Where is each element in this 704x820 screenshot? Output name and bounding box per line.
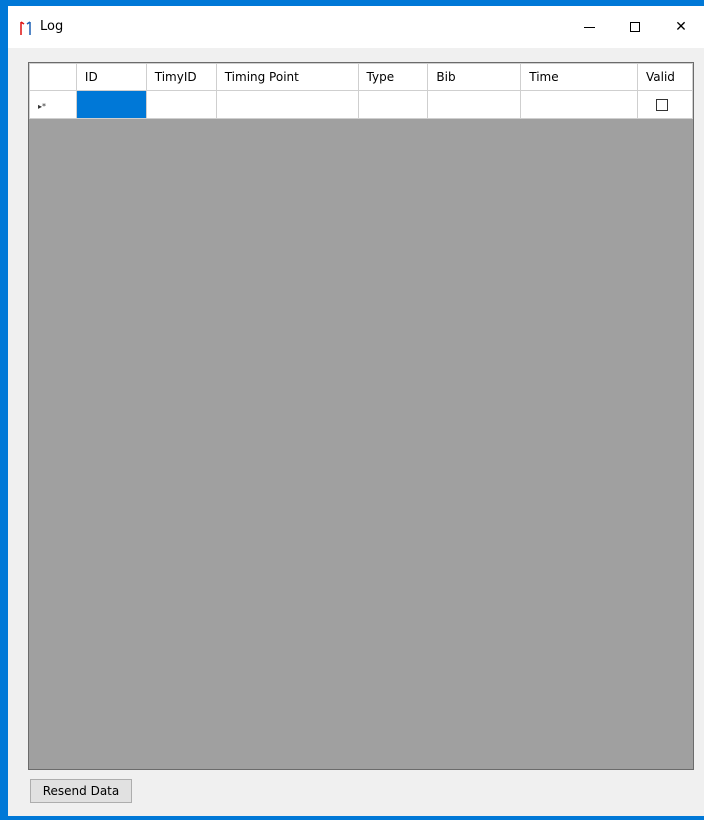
window-title: Log [40, 19, 64, 34]
cell-timyid[interactable] [145, 90, 217, 119]
column-header-bib[interactable]: Bib [427, 63, 522, 91]
cell-bib[interactable] [427, 90, 522, 119]
maximize-button[interactable] [612, 6, 658, 48]
column-header-timyid[interactable]: TimyID [145, 63, 217, 91]
row-header[interactable]: ▸* [29, 90, 77, 119]
log-window: Log ✕ ID TimyID Timing Point Type Bib Ti… [0, 0, 704, 820]
column-header-id[interactable]: ID [75, 63, 147, 91]
column-header-timing-point[interactable]: Timing Point [215, 63, 359, 91]
column-header-time[interactable]: Time [520, 63, 638, 91]
header-row: ID TimyID Timing Point Type Bib Time Val… [29, 63, 693, 91]
resend-data-button[interactable]: Resend Data [30, 779, 132, 803]
minimize-icon [583, 26, 595, 28]
valid-checkbox[interactable] [656, 99, 668, 111]
cell-timing-point[interactable] [215, 90, 359, 119]
minimize-button[interactable] [566, 6, 612, 48]
column-header-type[interactable]: Type [357, 63, 429, 91]
cell-valid[interactable] [637, 90, 693, 119]
cell-type[interactable] [357, 90, 429, 119]
log-table: ID TimyID Timing Point Type Bib Time Val… [29, 63, 693, 119]
title-bar[interactable]: Log ✕ [8, 6, 704, 48]
cell-id[interactable] [75, 90, 147, 119]
cell-time[interactable] [520, 90, 638, 119]
current-row-indicator-icon: ▸* [38, 101, 47, 111]
new-row[interactable]: ▸* [29, 90, 693, 119]
column-header-corner[interactable] [29, 63, 77, 91]
close-button[interactable]: ✕ [658, 6, 704, 48]
close-icon: ✕ [675, 19, 687, 35]
app-flag-icon [20, 21, 31, 35]
column-header-valid[interactable]: Valid [637, 63, 693, 91]
log-data-grid[interactable]: ID TimyID Timing Point Type Bib Time Val… [28, 62, 694, 770]
maximize-icon [630, 22, 640, 32]
